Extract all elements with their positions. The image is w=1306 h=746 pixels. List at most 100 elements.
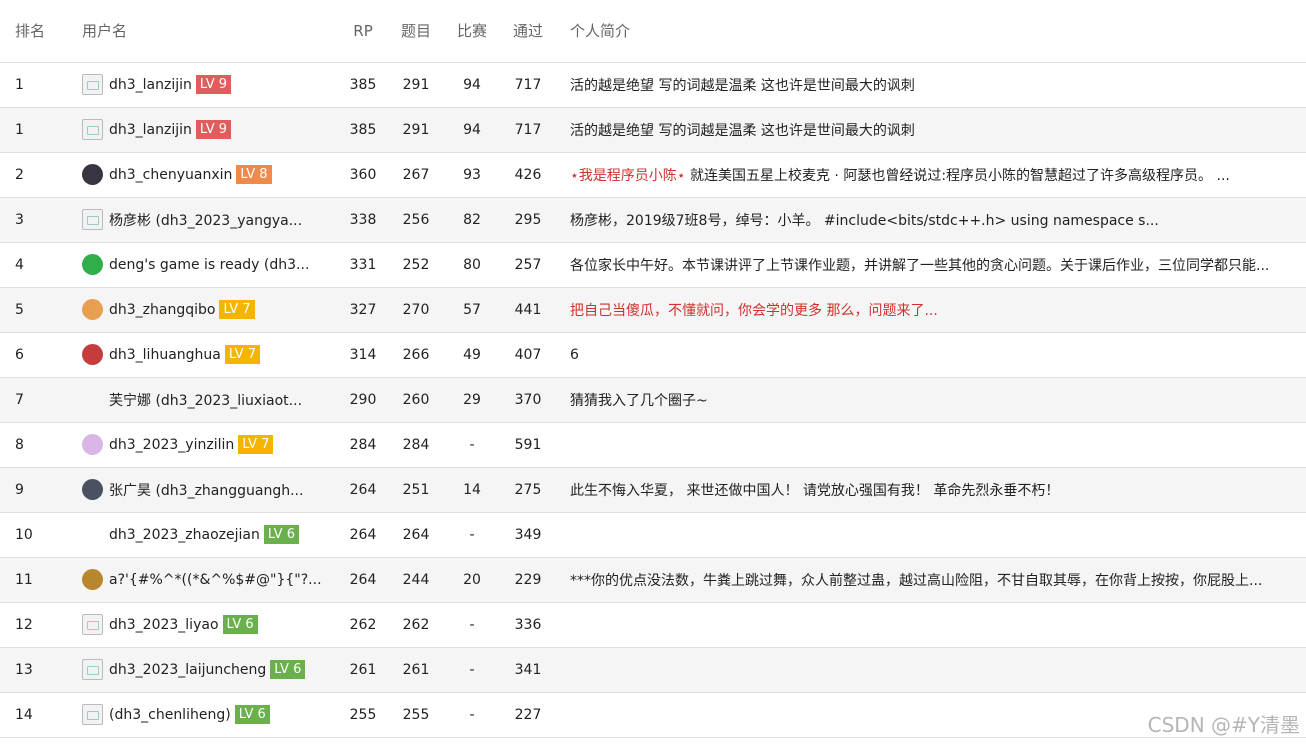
avatar[interactable] xyxy=(82,344,103,365)
table-row[interactable]: 2 dh3_chenyuanxin LV 8 360 267 93 426 ⋆我是程序员小陈⋆… xyxy=(0,152,1306,198)
user-cell: dh3_zhangqibo LV 7 xyxy=(68,287,338,333)
header-bio: 个人简介 xyxy=(556,0,1306,63)
header-problems: 题目 xyxy=(388,0,444,63)
rank-cell: 5 xyxy=(0,287,68,333)
user-cell: dh3_2023_laijuncheng LV 6 xyxy=(68,647,338,693)
avatar[interactable] xyxy=(82,614,103,635)
table-row[interactable]: 5 dh3_zhangqibo LV 7 327 270 57 441 把自己当傻瓜，不懂就问… xyxy=(0,287,1306,333)
table-row[interactable]: 14 (dh3_chenliheng) LV 6 255 255-227 xyxy=(0,692,1306,738)
avatar[interactable] xyxy=(82,254,103,275)
avatar[interactable] xyxy=(82,569,103,590)
avatar[interactable] xyxy=(82,119,103,140)
contests-cell: 94 xyxy=(444,107,500,153)
passed-cell: 336 xyxy=(500,602,556,648)
table-row[interactable]: 7 芙宁娜 (dh3_2023_liuxiaot... 290 260 29 370 猜猜我… xyxy=(0,377,1306,423)
user-cell: dh3_2023_zhaozejian LV 6 xyxy=(68,512,338,558)
table-body: 1 dh3_lanzijin LV 9 385 291 94 717 活的越是绝望 写的词越是… xyxy=(0,62,1306,738)
table-row[interactable]: 1 dh3_lanzijin LV 9 385 291 94 717 活的越是绝望 写的词越是… xyxy=(0,107,1306,153)
user-info: 芙宁娜 (dh3_2023_liuxiaot... xyxy=(82,389,338,410)
username-link[interactable]: dh3_zhangqibo xyxy=(109,302,215,318)
level-badge: LV 6 xyxy=(263,525,299,544)
user-cell: dh3_lanzijin LV 9 xyxy=(68,107,338,153)
user-info: dh3_2023_laijuncheng LV 6 xyxy=(82,659,338,680)
username-link[interactable]: dh3_lanzijin xyxy=(109,77,192,93)
avatar[interactable] xyxy=(82,704,103,725)
bio-cell: 活的越是绝望 写的词越是温柔 这也许是世间最大的讽刺 xyxy=(556,62,1306,108)
rp-cell: 264 xyxy=(338,512,388,558)
table-row[interactable]: 3 杨彦彬 (dh3_2023_yangya... 338 256 82 295 杨彦彬，2… xyxy=(0,197,1306,243)
passed-cell: 591 xyxy=(500,422,556,468)
table-row[interactable]: 1 dh3_lanzijin LV 9 385 291 94 717 活的越是绝望 写的词越是… xyxy=(0,62,1306,108)
avatar[interactable] xyxy=(82,74,103,95)
contests-cell: 94 xyxy=(444,62,500,108)
rank-cell: 1 xyxy=(0,107,68,153)
level-badge: LV 6 xyxy=(270,660,306,679)
bio-text: ***你的优点没法数，牛粪上跳过舞，众人前整过蛊，越过高山险阻，不甘自取其辱，在… xyxy=(570,572,1263,589)
contests-cell: 14 xyxy=(444,467,500,513)
level-badge: LV 6 xyxy=(234,705,270,724)
problems-cell: 256 xyxy=(388,197,444,243)
level-badge: LV 7 xyxy=(224,345,260,364)
avatar[interactable] xyxy=(82,209,103,230)
contests-cell: - xyxy=(444,692,500,738)
contests-cell: 80 xyxy=(444,242,500,288)
table-row[interactable]: 12 dh3_2023_liyao LV 6 262 262-336 xyxy=(0,602,1306,648)
avatar[interactable] xyxy=(82,479,103,500)
username-link[interactable]: deng's game is ready (dh3... xyxy=(109,257,309,273)
rank-cell: 14 xyxy=(0,692,68,738)
username-link[interactable]: dh3_2023_laijuncheng xyxy=(109,662,266,678)
passed-cell: 407 xyxy=(500,332,556,378)
bio-text: 各位家长中午好。本节课讲评了上节课作业题，并讲解了一些其他的贪心问题。关于课后作… xyxy=(570,257,1270,274)
avatar[interactable] xyxy=(82,659,103,680)
problems-cell: 284 xyxy=(388,422,444,468)
table-row[interactable]: 9 张广昊 (dh3_zhangguangh... 264 251 14 275 此生不悔入… xyxy=(0,467,1306,513)
user-cell: dh3_2023_liyao LV 6 xyxy=(68,602,338,648)
bio-cell: ***你的优点没法数，牛粪上跳过舞，众人前整过蛊，越过高山险阻，不甘自取其辱，在… xyxy=(556,557,1306,603)
user-info: (dh3_chenliheng) LV 6 xyxy=(82,704,338,725)
username-link[interactable]: 杨彦彬 (dh3_2023_yangya... xyxy=(109,210,302,230)
passed-cell: 229 xyxy=(500,557,556,603)
bio-text: 活的越是绝望 写的词越是温柔 这也许是世间最大的讽刺 xyxy=(570,77,915,94)
table-row[interactable]: 4 deng's game is ready (dh3... 331 252 80 257… xyxy=(0,242,1306,288)
avatar[interactable] xyxy=(82,524,103,545)
username-link[interactable]: 张广昊 (dh3_zhangguangh... xyxy=(109,480,303,500)
table-row[interactable]: 8 dh3_2023_yinzilin LV 7 284 284-591 xyxy=(0,422,1306,468)
table-row[interactable]: 10 dh3_2023_zhaozejian LV 6 264 264-349 xyxy=(0,512,1306,558)
header-rp: RP xyxy=(338,0,388,63)
avatar[interactable] xyxy=(82,164,103,185)
avatar[interactable] xyxy=(82,299,103,320)
contests-cell: 49 xyxy=(444,332,500,378)
rp-cell: 385 xyxy=(338,62,388,108)
username-link[interactable]: dh3_lanzijin xyxy=(109,122,192,138)
user-info: dh3_chenyuanxin LV 8 xyxy=(82,164,338,185)
table-row[interactable]: 6 dh3_lihuanghua LV 7 314 266 49 407 6 xyxy=(0,332,1306,378)
username-link[interactable]: dh3_lihuanghua xyxy=(109,347,221,363)
passed-cell: 426 xyxy=(500,152,556,198)
username-link[interactable]: a?'{#%^*((*&^%$#@"}{"?... xyxy=(109,572,322,588)
contests-cell: 20 xyxy=(444,557,500,603)
level-badge: LV 7 xyxy=(219,300,255,319)
avatar[interactable] xyxy=(82,389,103,410)
header-passed: 通过 xyxy=(500,0,556,63)
username-link[interactable]: (dh3_chenliheng) xyxy=(109,707,231,723)
rank-cell: 12 xyxy=(0,602,68,648)
bio-cell xyxy=(556,422,1306,468)
username-link[interactable]: dh3_2023_liyao xyxy=(109,617,219,633)
problems-cell: 252 xyxy=(388,242,444,288)
rp-cell: 284 xyxy=(338,422,388,468)
avatar[interactable] xyxy=(82,434,103,455)
username-link[interactable]: dh3_2023_yinzilin xyxy=(109,437,234,453)
username-link[interactable]: dh3_2023_zhaozejian xyxy=(109,527,260,543)
bio-text: 活的越是绝望 写的词越是温柔 这也许是世间最大的讽刺 xyxy=(570,122,915,139)
contests-cell: 93 xyxy=(444,152,500,198)
level-badge: LV 8 xyxy=(236,165,272,184)
user-info: a?'{#%^*((*&^%$#@"}{"?... xyxy=(82,569,338,590)
rp-cell: 262 xyxy=(338,602,388,648)
ranking-table: 排名 用户名 RP 题目 比赛 通过 个人简介 1 dh3_lanzijin LV … xyxy=(0,0,1306,738)
username-link[interactable]: 芙宁娜 (dh3_2023_liuxiaot... xyxy=(109,390,302,410)
rp-cell: 255 xyxy=(338,692,388,738)
table-row[interactable]: 13 dh3_2023_laijuncheng LV 6 261 261-341 xyxy=(0,647,1306,693)
username-link[interactable]: dh3_chenyuanxin xyxy=(109,167,232,183)
table-row[interactable]: 11 a?'{#%^*((*&^%$#@"}{"?... 264 244 20 229 **… xyxy=(0,557,1306,603)
user-cell: 芙宁娜 (dh3_2023_liuxiaot... xyxy=(68,377,338,423)
